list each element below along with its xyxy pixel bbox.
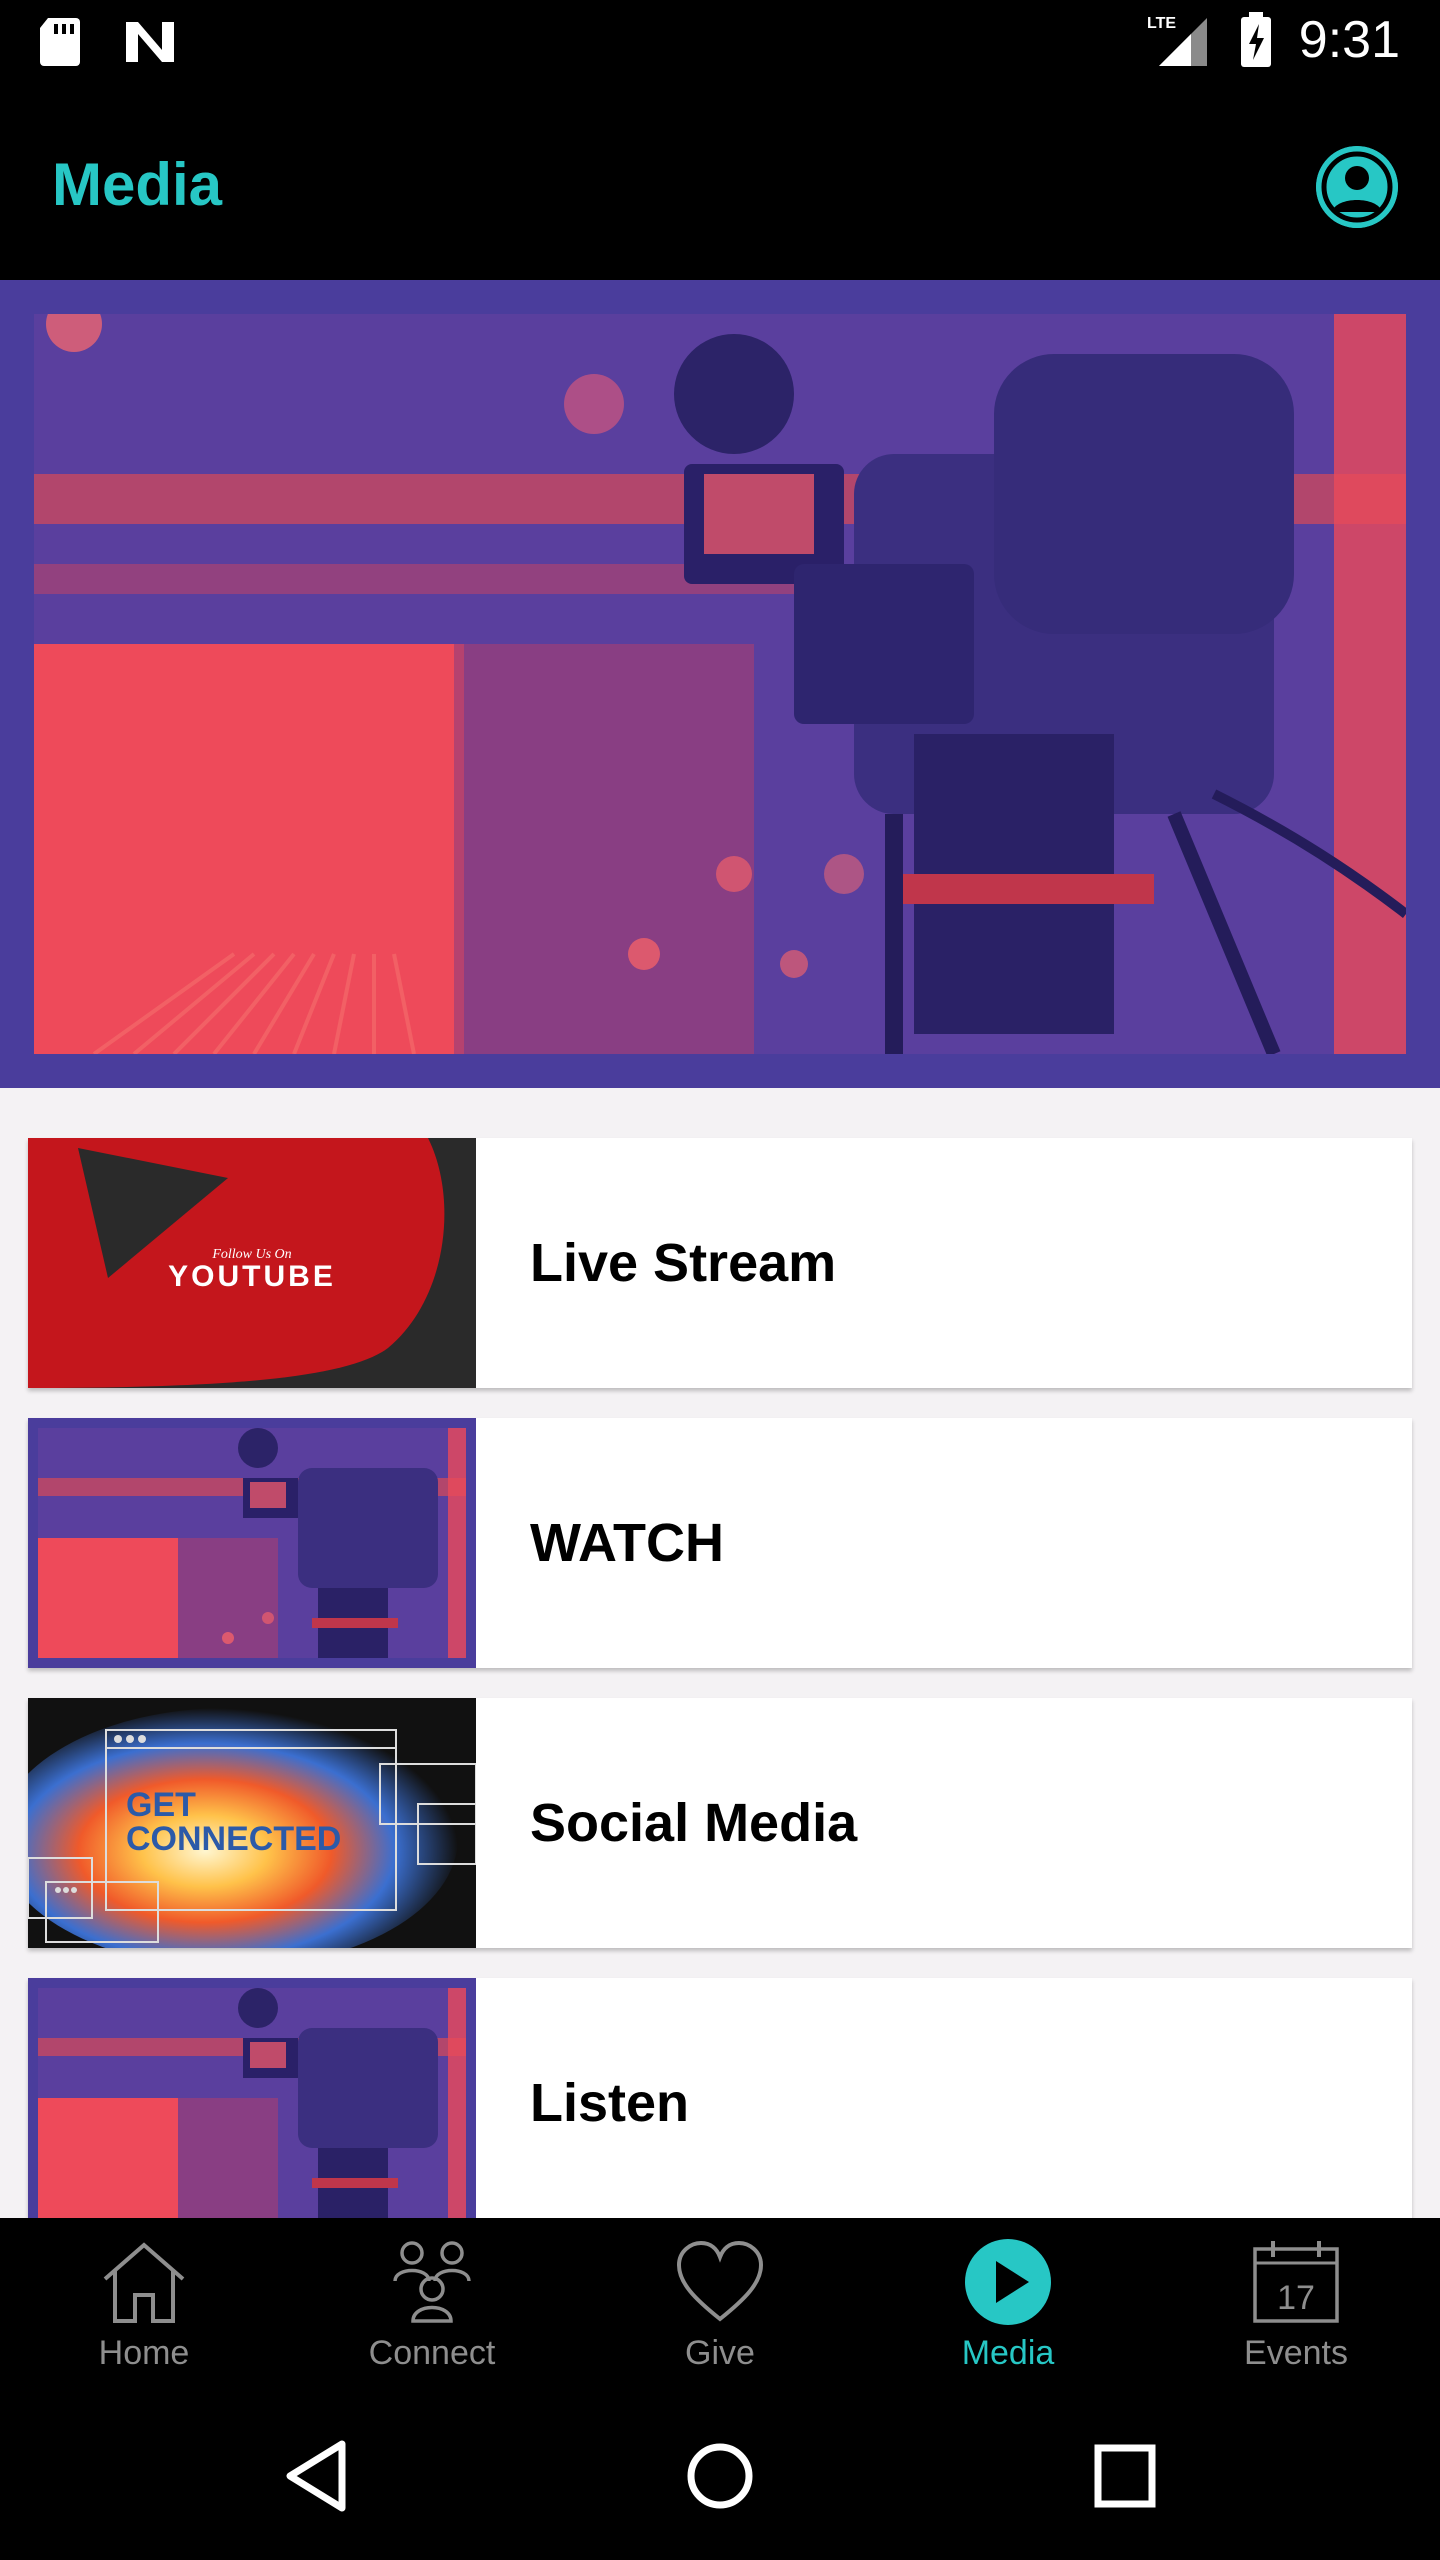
nav-home[interactable]: Home xyxy=(0,2218,288,2396)
nav-label: Home xyxy=(98,2334,190,2372)
list-item-watch[interactable]: WATCH xyxy=(28,1418,1412,1668)
home-icon xyxy=(103,2242,185,2323)
nav-media[interactable]: Media xyxy=(864,2218,1152,2396)
list-item-listen[interactable]: Listen xyxy=(28,1978,1412,2228)
nav-label: Give xyxy=(685,2334,755,2372)
back-icon[interactable] xyxy=(282,2436,352,2516)
item-label: Live Stream xyxy=(530,1233,837,1293)
account-circle-icon[interactable] xyxy=(1316,146,1398,228)
svg-text:CONNECTED: CONNECTED xyxy=(126,1820,341,1858)
nav-connect[interactable]: Connect xyxy=(288,2218,576,2396)
battery-charging-icon xyxy=(1240,12,1271,67)
app-bar: Media xyxy=(0,84,1440,280)
status-bar: LTE 9:31 xyxy=(0,0,1440,84)
calendar-icon: 17 xyxy=(1253,2241,1339,2323)
list-item-social-media[interactable]: GET CONNECTED Social Media xyxy=(28,1698,1412,1948)
heart-icon xyxy=(676,2240,764,2322)
nav-label: Media xyxy=(961,2334,1055,2372)
people-icon xyxy=(393,2241,471,2323)
nav-label: Connect xyxy=(368,2334,496,2372)
svg-text:LTE: LTE xyxy=(1147,15,1176,32)
item-label: Social Media xyxy=(530,1793,858,1853)
nav-events[interactable]: 17 Events xyxy=(1152,2218,1440,2396)
hero-camera-image xyxy=(34,314,1406,1054)
list-item-live-stream[interactable]: Follow Us On YOUTUBE Live Stream xyxy=(28,1138,1412,1388)
play-circle-icon xyxy=(965,2239,1051,2325)
home-circle-icon[interactable] xyxy=(684,2436,756,2516)
lte-signal-icon: LTE xyxy=(1147,15,1207,66)
n-notification-icon xyxy=(126,22,174,62)
svg-text:17: 17 xyxy=(1277,2279,1315,2317)
nav-give[interactable]: Give xyxy=(576,2218,864,2396)
nav-label: Events xyxy=(1244,2334,1348,2372)
bottom-navigation: Home Connect Give Media 17 Events xyxy=(0,2218,1440,2396)
svg-text:YOUTUBE: YOUTUBE xyxy=(168,1260,336,1293)
camera-thumbnail xyxy=(28,1418,476,1668)
sd-card-icon xyxy=(40,18,80,66)
page-title: Media xyxy=(52,151,223,218)
recents-icon[interactable] xyxy=(1090,2436,1160,2516)
youtube-thumbnail: Follow Us On YOUTUBE xyxy=(28,1138,476,1388)
item-label: Listen xyxy=(530,2073,690,2133)
item-label: WATCH xyxy=(530,1513,724,1573)
camera-thumbnail xyxy=(28,1978,476,2228)
get-connected-thumbnail: GET CONNECTED xyxy=(28,1698,476,1948)
system-navigation-bar xyxy=(0,2396,1440,2560)
svg-text:GET: GET xyxy=(126,1786,196,1824)
hero-banner[interactable] xyxy=(0,280,1440,1088)
status-time: 9:31 xyxy=(1298,11,1400,69)
